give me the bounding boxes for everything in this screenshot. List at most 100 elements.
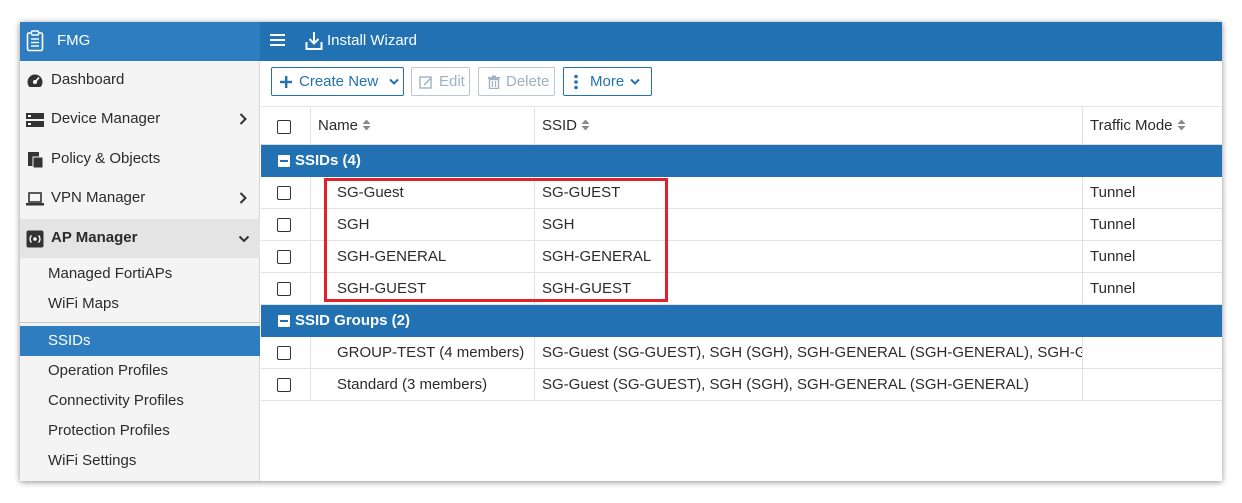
chevron-down-icon [630,78,640,85]
sidebar-item-policy-objects[interactable]: Policy & Objects [20,140,260,179]
sort-icon [581,119,590,131]
install-wizard-button[interactable]: Install Wizard [327,32,417,49]
sidebar-item-label: Dashboard [51,71,125,88]
sort-icon [1177,119,1186,131]
kebab-more-icon [574,74,578,90]
sidebar-subitem-label: Protection Profiles [48,422,170,439]
chevron-right-icon [239,192,247,204]
select-all-checkbox[interactable] [277,120,291,134]
table-row[interactable]: GROUP-TEST (4 members) SG-Guest (SG-GUES… [261,337,1222,369]
column-separator [310,337,311,369]
cell-name: GROUP-TEST (4 members) [337,344,525,361]
cell-name: Standard (3 members) [337,376,488,393]
group-row-ssids[interactable]: SSIDs (4) [261,145,1222,177]
sidebar-subitem-protection-profiles[interactable]: Protection Profiles [20,416,260,446]
row-checkbox[interactable] [277,378,291,392]
ap-manager-icon [26,230,44,248]
app-name: FMG [57,32,91,49]
cell-traffic-mode: Tunnel [1090,280,1136,297]
sidebar-subitem-label: Connectivity Profiles [48,392,184,409]
toolbar: Create New Edit Delete More [261,61,1222,107]
sidebar-item-dashboard[interactable]: Dashboard [20,61,260,100]
collapse-minus-icon[interactable] [278,315,290,327]
column-separator [1082,337,1083,369]
sidebar-subitem-wifi-settings[interactable]: WiFi Settings [20,446,260,476]
dashboard-gauge-icon [27,74,43,90]
sidebar-subitem-managed-fortiaps[interactable]: Managed FortiAPs [20,259,260,289]
cell-ssid: SG-Guest (SG-GUEST), SGH (SGH), SGH-GENE… [542,344,1082,361]
more-button[interactable]: More [563,67,652,96]
cell-traffic-mode: Tunnel [1090,248,1136,265]
sidebar: Dashboard Device Manager Policy & Object… [20,61,260,481]
delete-button[interactable]: Delete [478,67,555,96]
column-separator [534,337,535,369]
column-header-label: Traffic Mode [1090,117,1173,134]
app-window: FMG Install Wizard Dashboard Device Mana… [20,22,1222,481]
column-separator [310,241,311,273]
column-separator [1082,209,1083,241]
column-separator [1082,273,1083,305]
sidebar-subitem-label: WiFi Settings [48,452,137,469]
more-label: More [590,73,625,90]
sidebar-item-ap-manager[interactable]: AP Manager [20,219,260,258]
column-separator [1082,107,1083,145]
sidebar-subitem-connectivity-profiles[interactable]: Connectivity Profiles [20,386,260,416]
trash-icon [488,75,500,89]
row-checkbox[interactable] [277,346,291,360]
column-separator [1082,369,1083,401]
column-separator [534,107,535,145]
row-checkbox[interactable] [277,218,291,232]
column-separator [1082,177,1083,209]
table-header: Name SSID Traffic Mode [261,107,1222,145]
table-row[interactable]: Standard (3 members) SG-Guest (SG-GUEST)… [261,369,1222,401]
sidebar-subitem-ssids[interactable]: SSIDs [20,326,260,356]
sidebar-item-label: Policy & Objects [51,150,161,167]
sidebar-item-label: AP Manager [51,229,138,246]
create-new-button[interactable]: Create New [271,67,404,96]
cell-traffic-mode: Tunnel [1090,216,1136,233]
row-checkbox[interactable] [277,186,291,200]
vpn-laptop-icon [26,192,44,206]
column-separator [310,177,311,209]
hamburger-menu-icon[interactable] [270,32,286,48]
chevron-right-icon [239,113,247,125]
chevron-down-icon [238,235,250,243]
create-new-label: Create New [299,73,379,90]
install-download-icon[interactable] [305,31,323,51]
sidebar-subitem-label: SSIDs [48,332,91,349]
column-header-label: Name [318,117,359,134]
column-header-traffic-mode[interactable]: Traffic Mode [1090,117,1186,134]
sidebar-subitem-label: Operation Profiles [48,362,169,379]
sidebar-item-label: Device Manager [51,110,161,127]
row-checkbox[interactable] [277,282,291,296]
column-header-label: SSID [542,117,578,134]
column-header-name[interactable]: Name [318,117,371,134]
collapse-minus-icon[interactable] [278,155,290,167]
group-label: SSID Groups (2) [295,312,411,329]
group-row-ssid-groups[interactable]: SSID Groups (2) [261,305,1222,337]
edit-label: Edit [439,73,465,90]
clipboard-icon [26,30,44,52]
column-separator [534,369,535,401]
group-label: SSIDs (4) [295,152,361,169]
plus-icon [280,76,292,88]
column-separator [310,369,311,401]
cell-ssid: SG-Guest (SG-GUEST), SGH (SGH), SGH-GENE… [542,376,1030,393]
sidebar-subitem-label: WiFi Maps [48,295,119,312]
row-checkbox[interactable] [277,250,291,264]
top-bar: FMG Install Wizard [20,22,1222,61]
sidebar-item-device-manager[interactable]: Device Manager [20,100,260,139]
column-separator [310,209,311,241]
column-separator [310,107,311,145]
sidebar-subitem-operation-profiles[interactable]: Operation Profiles [20,356,260,386]
sidebar-item-vpn-manager[interactable]: VPN Manager [20,179,260,218]
device-manager-icon [26,113,44,127]
sort-icon [362,119,371,131]
sidebar-subitem-wifi-maps[interactable]: WiFi Maps [20,289,260,319]
edit-pencil-icon [419,76,432,89]
brand-area[interactable]: FMG [20,22,260,61]
column-separator [1082,241,1083,273]
policy-objects-icon [28,152,44,169]
edit-button[interactable]: Edit [411,67,470,96]
column-header-ssid[interactable]: SSID [542,117,590,134]
